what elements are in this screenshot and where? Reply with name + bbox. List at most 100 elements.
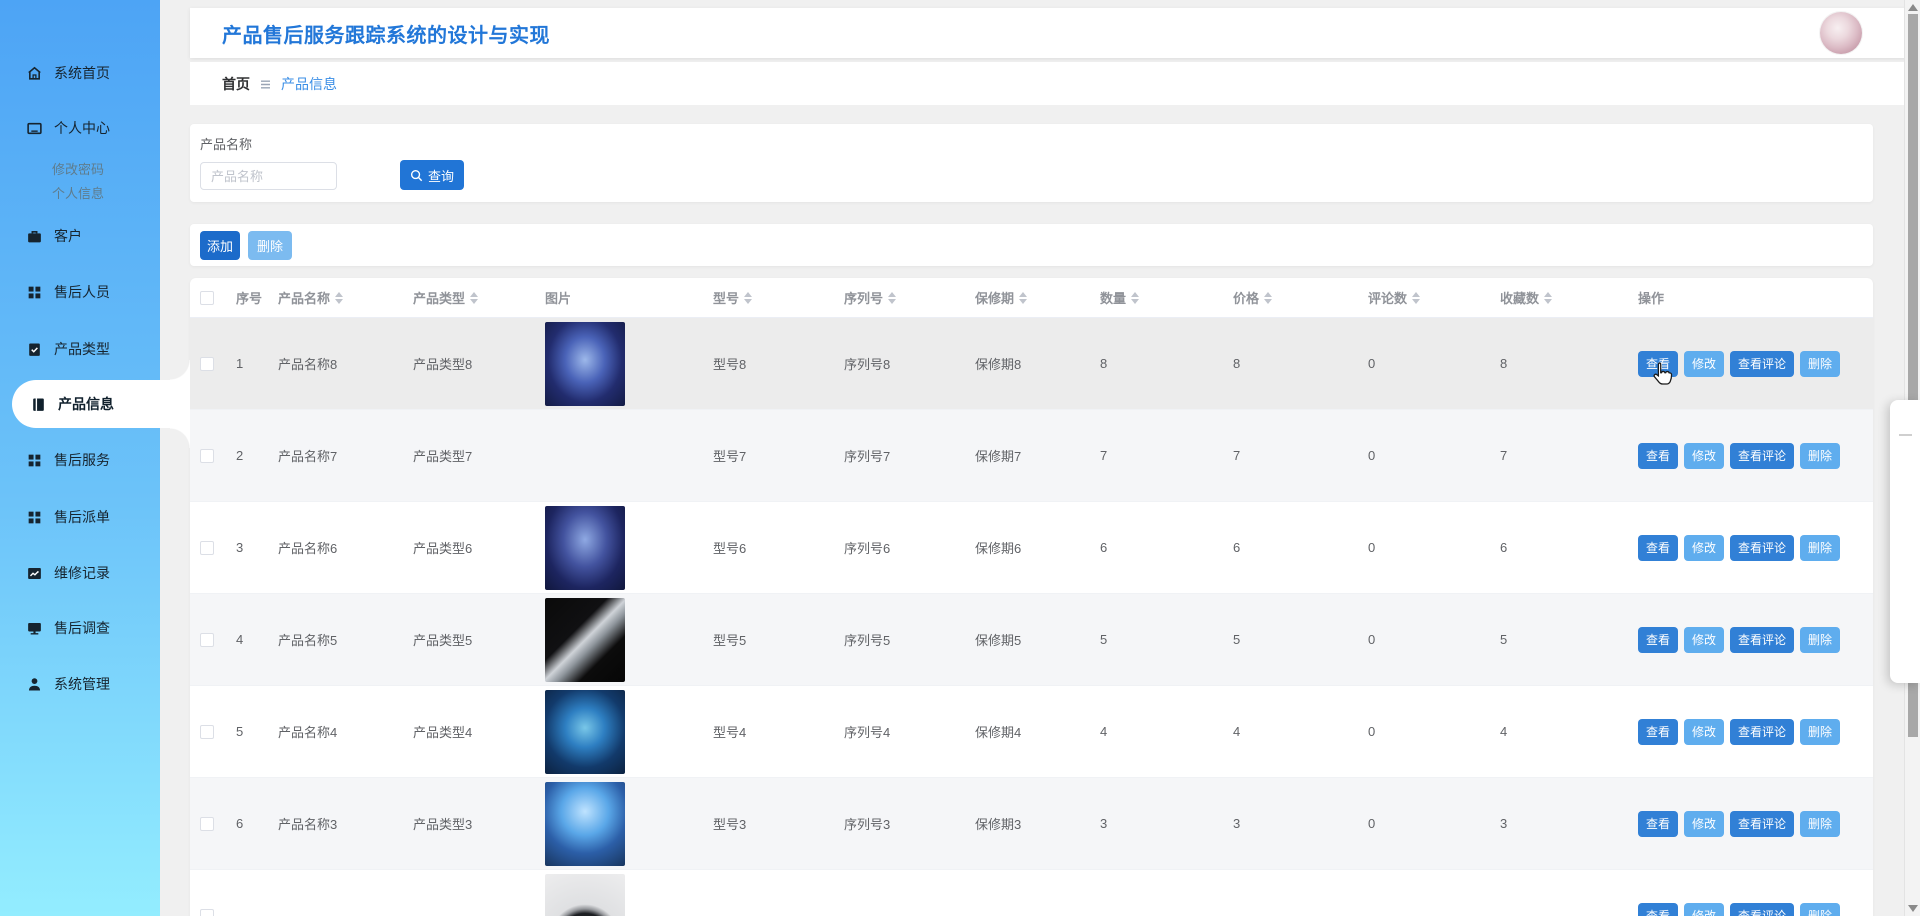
breadcrumb-home[interactable]: 首页 — [222, 74, 250, 94]
sort-caret[interactable] — [1131, 291, 1140, 304]
sort-caret[interactable] — [1412, 291, 1421, 304]
sidebar-item-label: 售后派单 — [54, 509, 110, 525]
product-image[interactable] — [545, 781, 625, 866]
view-comments-button[interactable]: 查看评论 — [1730, 350, 1795, 377]
delete-row-button[interactable]: 删除 — [1800, 350, 1841, 377]
sidebar-item-personal-info[interactable]: 个人信息 — [0, 182, 160, 202]
delete-row-button[interactable]: 删除 — [1800, 534, 1841, 561]
row-checkbox[interactable] — [200, 724, 214, 739]
select-all-checkbox[interactable] — [200, 290, 214, 305]
delete-row-button[interactable]: 删除 — [1800, 718, 1841, 745]
breadcrumb-current: 产品信息 — [281, 75, 337, 92]
view-comments-button[interactable]: 查看评论 — [1730, 534, 1795, 561]
sidebar-item-product-type[interactable]: 产品类型 — [0, 337, 160, 361]
view-button[interactable]: 查看 — [1638, 626, 1679, 653]
breadcrumb: 首页 产品信息 — [190, 62, 1920, 105]
row-checkbox[interactable] — [200, 356, 214, 371]
view-comments-button[interactable]: 查看评论 — [1730, 902, 1795, 916]
row-checkbox[interactable] — [200, 908, 214, 916]
col-header-warranty: 保修期 — [965, 288, 1090, 307]
row-checkbox[interactable] — [200, 448, 214, 463]
row-checkbox[interactable] — [200, 632, 214, 647]
sidebar-item-label: 售后调查 — [54, 620, 110, 636]
view-button[interactable]: 查看 — [1638, 350, 1679, 377]
user-icon — [26, 676, 43, 693]
monitor-icon — [26, 620, 43, 637]
product-image[interactable] — [545, 689, 625, 774]
col-header-model: 型号 — [703, 288, 834, 307]
sidebar-item-label: 售后人员 — [54, 284, 110, 300]
grid-icon — [26, 284, 43, 301]
grid-icon — [26, 509, 43, 526]
sidebar-item-aftersales-service[interactable]: 售后服务 — [0, 448, 160, 472]
edit-button[interactable]: 修改 — [1684, 442, 1725, 469]
sidebar: 系统首页 个人中心 修改密码 个人信息 客户 售后人员 产品类型 产品信息 售后… — [0, 0, 190, 916]
view-comments-button[interactable]: 查看评论 — [1730, 810, 1795, 837]
edit-button[interactable]: 修改 — [1684, 350, 1725, 377]
col-header-type: 产品类型 — [403, 288, 535, 307]
table-row: 查看 修改 查看评论 删除 — [190, 870, 1873, 916]
sort-caret[interactable] — [744, 291, 753, 304]
view-button[interactable]: 查看 — [1638, 810, 1679, 837]
sidebar-item-system-home[interactable]: 系统首页 — [0, 61, 160, 85]
view-button[interactable]: 查看 — [1638, 534, 1679, 561]
row-checkbox[interactable] — [200, 816, 214, 831]
sort-caret[interactable] — [335, 291, 344, 304]
sort-caret[interactable] — [1544, 291, 1553, 304]
delete-row-button[interactable]: 删除 — [1800, 626, 1841, 653]
sidebar-item-label: 售后服务 — [54, 452, 110, 468]
view-comments-button[interactable]: 查看评论 — [1730, 626, 1795, 653]
sidebar-item-aftersales-dispatch[interactable]: 售后派单 — [0, 505, 160, 529]
edit-button[interactable]: 修改 — [1684, 626, 1725, 653]
view-button[interactable]: 查看 — [1638, 442, 1679, 469]
sort-caret[interactable] — [888, 291, 897, 304]
row-checkbox[interactable] — [200, 540, 214, 555]
col-header-price: 价格 — [1223, 288, 1358, 307]
sidebar-item-product-info[interactable]: 产品信息 — [12, 360, 190, 448]
delete-button[interactable]: 删除 — [248, 231, 292, 260]
sort-caret[interactable] — [1019, 291, 1028, 304]
edit-button[interactable]: 修改 — [1684, 810, 1725, 837]
col-header-actions: 操作 — [1638, 291, 1665, 306]
view-button[interactable]: 查看 — [1638, 718, 1679, 745]
edit-button[interactable]: 修改 — [1684, 534, 1725, 561]
table-row: 4 产品名称5 产品类型5 型号5 序列号5 保修期5 5 5 0 5 查看 修… — [190, 594, 1873, 686]
sort-caret[interactable] — [1264, 291, 1273, 304]
grid-icon — [26, 452, 43, 469]
book-icon — [30, 396, 47, 413]
right-drawer-handle[interactable] — [1890, 400, 1920, 683]
top-header: 产品售后服务跟踪系统的设计与实现 — [190, 8, 1920, 58]
sidebar-item-aftersales-staff[interactable]: 售后人员 — [0, 280, 160, 304]
home-icon — [26, 65, 43, 82]
edit-button[interactable]: 修改 — [1684, 902, 1725, 916]
sort-caret[interactable] — [470, 291, 479, 304]
search-input[interactable] — [200, 162, 337, 190]
table-row: 3 产品名称6 产品类型6 型号6 序列号6 保修期6 6 6 0 6 查看 修… — [190, 502, 1873, 594]
product-image[interactable] — [545, 873, 625, 916]
view-button[interactable]: 查看 — [1638, 902, 1679, 916]
view-comments-button[interactable]: 查看评论 — [1730, 442, 1795, 469]
edit-button[interactable]: 修改 — [1684, 718, 1725, 745]
add-button[interactable]: 添加 — [200, 231, 240, 260]
main-content: 产品售后服务跟踪系统的设计与实现 首页 产品信息 产品名称 查询 添加 删除 序… — [160, 0, 1920, 916]
view-comments-button[interactable]: 查看评论 — [1730, 718, 1795, 745]
sidebar-item-label: 个人信息 — [52, 185, 105, 201]
delete-row-button[interactable]: 删除 — [1800, 442, 1841, 469]
sidebar-item-customer[interactable]: 客户 — [0, 224, 160, 248]
scroll-up-icon[interactable] — [1908, 4, 1918, 11]
product-image[interactable] — [545, 597, 625, 682]
sidebar-item-repair-records[interactable]: 维修记录 — [0, 561, 160, 585]
query-button[interactable]: 查询 — [400, 160, 464, 190]
query-button-label: 查询 — [427, 168, 454, 184]
sidebar-item-aftersales-survey[interactable]: 售后调查 — [0, 616, 160, 640]
scroll-down-icon[interactable] — [1908, 905, 1918, 912]
user-avatar[interactable] — [1820, 12, 1862, 54]
sidebar-item-change-password[interactable]: 修改密码 — [0, 158, 160, 178]
product-image[interactable] — [545, 414, 625, 498]
delete-row-button[interactable]: 删除 — [1800, 902, 1841, 916]
product-image[interactable] — [545, 321, 625, 406]
sidebar-item-system-management[interactable]: 系统管理 — [0, 672, 160, 696]
product-image[interactable] — [545, 505, 625, 590]
sidebar-item-personal-center[interactable]: 个人中心 — [0, 116, 160, 140]
delete-row-button[interactable]: 删除 — [1800, 810, 1841, 837]
